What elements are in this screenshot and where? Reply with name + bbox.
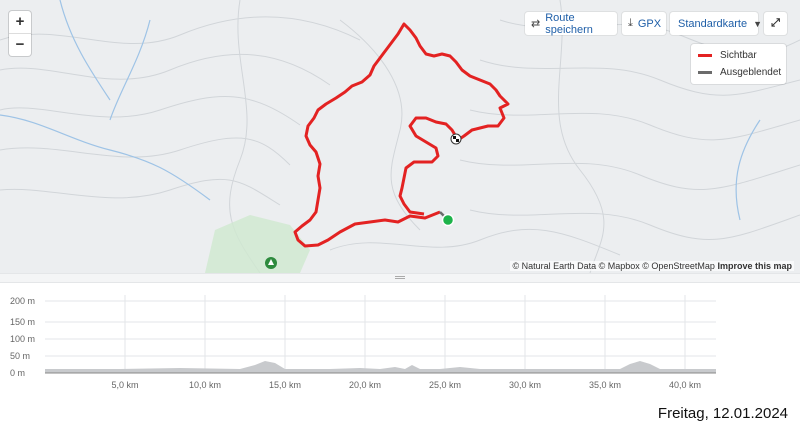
zoom-controls: + − bbox=[9, 11, 31, 56]
fullscreen-button[interactable]: ⤢ bbox=[764, 12, 787, 35]
x-tick-label: 5,0 km bbox=[111, 380, 138, 390]
map-view[interactable]: + − ⇄ Route speichern ⤓ GPX Standardkart… bbox=[0, 0, 800, 273]
terrain-background bbox=[0, 0, 800, 273]
map-type-dropdown[interactable]: Standardkarte ▼ bbox=[670, 12, 762, 35]
y-tick-label: 200 m bbox=[10, 296, 35, 306]
download-icon: ⤓ bbox=[628, 17, 633, 29]
legend-swatch-hidden bbox=[698, 71, 712, 74]
x-tick-label: 15,0 km bbox=[269, 380, 301, 390]
x-tick-label: 20,0 km bbox=[349, 380, 381, 390]
legend-swatch-visible bbox=[698, 54, 712, 57]
grip-icon bbox=[395, 276, 405, 279]
map-attribution: © Natural Earth Data © Mapbox © OpenStre… bbox=[510, 261, 794, 271]
activity-date: Freitag, 12.01.2024 bbox=[657, 405, 788, 422]
start-marker[interactable] bbox=[441, 213, 455, 227]
caret-down-icon: ▼ bbox=[753, 18, 763, 29]
gpx-download-button[interactable]: ⤓ GPX bbox=[622, 12, 666, 35]
x-tick-label: 35,0 km bbox=[589, 380, 621, 390]
zoom-out-button[interactable]: − bbox=[9, 33, 31, 56]
legend-item-hidden: Ausgeblendet bbox=[698, 64, 786, 81]
elevation-area bbox=[45, 361, 716, 373]
panel-resize-handle[interactable] bbox=[0, 273, 800, 283]
fullscreen-icon: ⤢ bbox=[771, 17, 780, 29]
y-tick-label: 150 m bbox=[10, 317, 35, 327]
improve-map-link[interactable]: Improve this map bbox=[717, 261, 792, 271]
x-tick-label: 40,0 km bbox=[669, 380, 701, 390]
x-tick-label: 30,0 km bbox=[509, 380, 541, 390]
y-tick-label: 50 m bbox=[10, 351, 30, 361]
legend-item-visible: Sichtbar bbox=[698, 47, 786, 64]
y-tick-label: 0 m bbox=[10, 368, 25, 378]
y-tick-label: 100 m bbox=[10, 334, 35, 344]
route-legend: Sichtbar Ausgeblendet bbox=[691, 44, 786, 84]
x-tick-label: 25,0 km bbox=[429, 380, 461, 390]
elevation-profile[interactable]: 200 m 150 m 100 m 50 m 0 m 5,0 km 10,0 k… bbox=[0, 285, 800, 400]
route-icon: ⇄ bbox=[531, 18, 541, 30]
zoom-in-button[interactable]: + bbox=[9, 11, 31, 33]
x-tick-label: 10,0 km bbox=[189, 380, 221, 390]
elevation-chart: 200 m 150 m 100 m 50 m 0 m 5,0 km 10,0 k… bbox=[10, 295, 716, 390]
save-route-button[interactable]: ⇄ Route speichern bbox=[525, 12, 617, 36]
finish-flag-icon[interactable] bbox=[450, 133, 462, 145]
